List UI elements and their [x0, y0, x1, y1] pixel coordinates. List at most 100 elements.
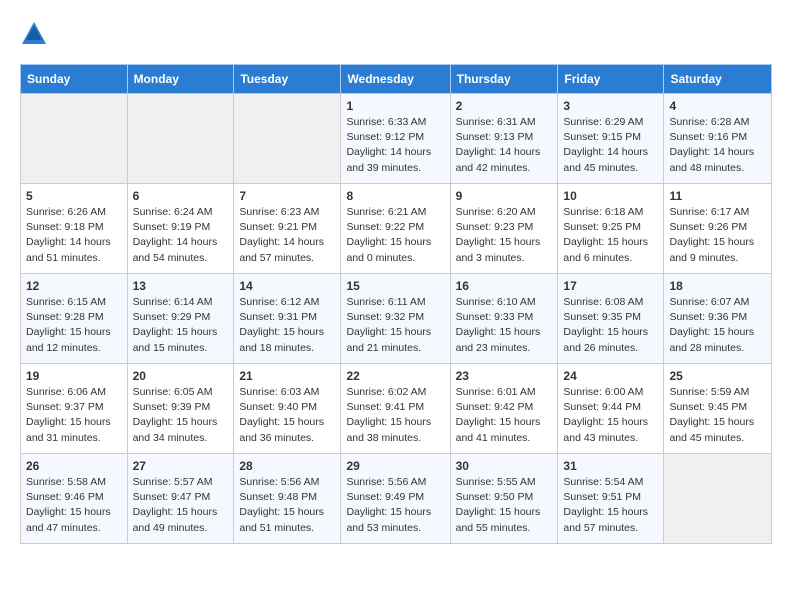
- calendar-body: 1 Sunrise: 6:33 AM Sunset: 9:12 PM Daylig…: [21, 94, 772, 544]
- calendar-cell: 23 Sunrise: 6:01 AM Sunset: 9:42 PM Dayli…: [450, 364, 558, 454]
- calendar-cell: 5 Sunrise: 6:26 AM Sunset: 9:18 PM Daylig…: [21, 184, 128, 274]
- calendar-cell: 7 Sunrise: 6:23 AM Sunset: 9:21 PM Daylig…: [234, 184, 341, 274]
- calendar-week-row: 12 Sunrise: 6:15 AM Sunset: 9:28 PM Dayli…: [21, 274, 772, 364]
- day-info: Sunrise: 5:54 AM Sunset: 9:51 PM Dayligh…: [563, 475, 658, 536]
- day-info: Sunrise: 5:58 AM Sunset: 9:46 PM Dayligh…: [26, 475, 122, 536]
- calendar-cell: 22 Sunrise: 6:02 AM Sunset: 9:41 PM Dayli…: [341, 364, 450, 454]
- day-number: 13: [133, 279, 229, 293]
- calendar-cell: 17Sunrise: 6:08 AM Sunset: 9:35 PM Dayli…: [558, 274, 664, 364]
- calendar-cell: 2 Sunrise: 6:31 AM Sunset: 9:13 PM Daylig…: [450, 94, 558, 184]
- day-number: 22: [346, 369, 444, 383]
- calendar-cell: 1 Sunrise: 6:33 AM Sunset: 9:12 PM Daylig…: [341, 94, 450, 184]
- day-info: Sunrise: 6:18 AM Sunset: 9:25 PM Dayligh…: [563, 205, 658, 266]
- calendar-cell: 10 Sunrise: 6:18 AM Sunset: 9:25 PM Dayli…: [558, 184, 664, 274]
- calendar-cell: 11 Sunrise: 6:17 AM Sunset: 9:26 PM Dayli…: [664, 184, 772, 274]
- weekday-header: Monday: [127, 65, 234, 94]
- day-info: Sunrise: 6:21 AM Sunset: 9:22 PM Dayligh…: [346, 205, 444, 266]
- day-info: Sunrise: 6:06 AM Sunset: 9:37 PM Dayligh…: [26, 385, 122, 446]
- day-info: Sunrise: 5:55 AM Sunset: 9:50 PM Dayligh…: [456, 475, 553, 536]
- calendar-cell: 29Sunrise: 5:56 AM Sunset: 9:49 PM Dayli…: [341, 454, 450, 544]
- calendar-cell: 16Sunrise: 6:10 AM Sunset: 9:33 PM Dayli…: [450, 274, 558, 364]
- calendar-cell: 28 Sunrise: 5:56 AM Sunset: 9:48 PM Dayli…: [234, 454, 341, 544]
- calendar-cell: 6 Sunrise: 6:24 AM Sunset: 9:19 PM Daylig…: [127, 184, 234, 274]
- calendar-cell: 4 Sunrise: 6:28 AM Sunset: 9:16 PM Daylig…: [664, 94, 772, 184]
- day-number: 10: [563, 189, 658, 203]
- day-info: Sunrise: 6:24 AM Sunset: 9:19 PM Dayligh…: [133, 205, 229, 266]
- day-info: Sunrise: 6:29 AM Sunset: 9:15 PM Dayligh…: [563, 115, 658, 176]
- calendar-cell: 31 Sunrise: 5:54 AM Sunset: 9:51 PM Dayli…: [558, 454, 664, 544]
- day-info: Sunrise: 6:28 AM Sunset: 9:16 PM Dayligh…: [669, 115, 766, 176]
- logo: [20, 20, 52, 48]
- day-info: Sunrise: 6:17 AM Sunset: 9:26 PM Dayligh…: [669, 205, 766, 266]
- calendar-cell: 27Sunrise: 5:57 AM Sunset: 9:47 PM Dayli…: [127, 454, 234, 544]
- day-number: 28: [239, 459, 335, 473]
- day-number: 18: [669, 279, 766, 293]
- day-number: 4: [669, 99, 766, 113]
- calendar-cell: 24 Sunrise: 6:00 AM Sunset: 9:44 PM Dayli…: [558, 364, 664, 454]
- calendar-week-row: 1 Sunrise: 6:33 AM Sunset: 9:12 PM Daylig…: [21, 94, 772, 184]
- day-info: Sunrise: 6:15 AM Sunset: 9:28 PM Dayligh…: [26, 295, 122, 356]
- day-info: Sunrise: 6:31 AM Sunset: 9:13 PM Dayligh…: [456, 115, 553, 176]
- calendar-cell: 26 Sunrise: 5:58 AM Sunset: 9:46 PM Dayli…: [21, 454, 128, 544]
- calendar-cell: 15 Sunrise: 6:11 AM Sunset: 9:32 PM Dayli…: [341, 274, 450, 364]
- calendar-cell: 20 Sunrise: 6:05 AM Sunset: 9:39 PM Dayli…: [127, 364, 234, 454]
- day-info: Sunrise: 6:20 AM Sunset: 9:23 PM Dayligh…: [456, 205, 553, 266]
- calendar-table: SundayMondayTuesdayWednesdayThursdayFrid…: [20, 64, 772, 544]
- weekday-header: Saturday: [664, 65, 772, 94]
- day-info: Sunrise: 6:33 AM Sunset: 9:12 PM Dayligh…: [346, 115, 444, 176]
- calendar-cell: [664, 454, 772, 544]
- day-number: 17: [563, 279, 658, 293]
- day-number: 7: [239, 189, 335, 203]
- day-number: 1: [346, 99, 444, 113]
- weekday-header: Wednesday: [341, 65, 450, 94]
- calendar-cell: 3 Sunrise: 6:29 AM Sunset: 9:15 PM Daylig…: [558, 94, 664, 184]
- day-info: Sunrise: 5:56 AM Sunset: 9:49 PM Dayligh…: [346, 475, 444, 536]
- weekday-row: SundayMondayTuesdayWednesdayThursdayFrid…: [21, 65, 772, 94]
- weekday-header: Tuesday: [234, 65, 341, 94]
- day-info: Sunrise: 5:57 AM Sunset: 9:47 PM Dayligh…: [133, 475, 229, 536]
- calendar-cell: 12 Sunrise: 6:15 AM Sunset: 9:28 PM Dayli…: [21, 274, 128, 364]
- day-info: Sunrise: 6:14 AM Sunset: 9:29 PM Dayligh…: [133, 295, 229, 356]
- day-info: Sunrise: 5:59 AM Sunset: 9:45 PM Dayligh…: [669, 385, 766, 446]
- weekday-header: Sunday: [21, 65, 128, 94]
- day-number: 21: [239, 369, 335, 383]
- day-number: 6: [133, 189, 229, 203]
- day-number: 12: [26, 279, 122, 293]
- calendar-week-row: 5 Sunrise: 6:26 AM Sunset: 9:18 PM Daylig…: [21, 184, 772, 274]
- logo-icon: [20, 20, 48, 48]
- day-number: 5: [26, 189, 122, 203]
- day-info: Sunrise: 6:07 AM Sunset: 9:36 PM Dayligh…: [669, 295, 766, 356]
- day-info: Sunrise: 6:00 AM Sunset: 9:44 PM Dayligh…: [563, 385, 658, 446]
- weekday-header: Friday: [558, 65, 664, 94]
- day-info: Sunrise: 6:01 AM Sunset: 9:42 PM Dayligh…: [456, 385, 553, 446]
- day-info: Sunrise: 5:56 AM Sunset: 9:48 PM Dayligh…: [239, 475, 335, 536]
- day-info: Sunrise: 6:05 AM Sunset: 9:39 PM Dayligh…: [133, 385, 229, 446]
- calendar-week-row: 26 Sunrise: 5:58 AM Sunset: 9:46 PM Dayli…: [21, 454, 772, 544]
- calendar-cell: [234, 94, 341, 184]
- page-header: [20, 20, 772, 48]
- day-number: 31: [563, 459, 658, 473]
- day-number: 8: [346, 189, 444, 203]
- day-number: 15: [346, 279, 444, 293]
- day-number: 3: [563, 99, 658, 113]
- calendar-cell: 19 Sunrise: 6:06 AM Sunset: 9:37 PM Dayli…: [21, 364, 128, 454]
- day-number: 11: [669, 189, 766, 203]
- day-info: Sunrise: 6:26 AM Sunset: 9:18 PM Dayligh…: [26, 205, 122, 266]
- day-info: Sunrise: 6:03 AM Sunset: 9:40 PM Dayligh…: [239, 385, 335, 446]
- day-number: 26: [26, 459, 122, 473]
- day-number: 25: [669, 369, 766, 383]
- day-info: Sunrise: 6:23 AM Sunset: 9:21 PM Dayligh…: [239, 205, 335, 266]
- day-number: 19: [26, 369, 122, 383]
- day-number: 24: [563, 369, 658, 383]
- calendar-cell: 8 Sunrise: 6:21 AM Sunset: 9:22 PM Daylig…: [341, 184, 450, 274]
- day-info: Sunrise: 6:02 AM Sunset: 9:41 PM Dayligh…: [346, 385, 444, 446]
- day-number: 20: [133, 369, 229, 383]
- day-number: 23: [456, 369, 553, 383]
- day-info: Sunrise: 6:11 AM Sunset: 9:32 PM Dayligh…: [346, 295, 444, 356]
- day-number: 16: [456, 279, 553, 293]
- day-number: 2: [456, 99, 553, 113]
- day-number: 30: [456, 459, 553, 473]
- calendar-cell: [127, 94, 234, 184]
- calendar-cell: 9Sunrise: 6:20 AM Sunset: 9:23 PM Daylig…: [450, 184, 558, 274]
- weekday-header: Thursday: [450, 65, 558, 94]
